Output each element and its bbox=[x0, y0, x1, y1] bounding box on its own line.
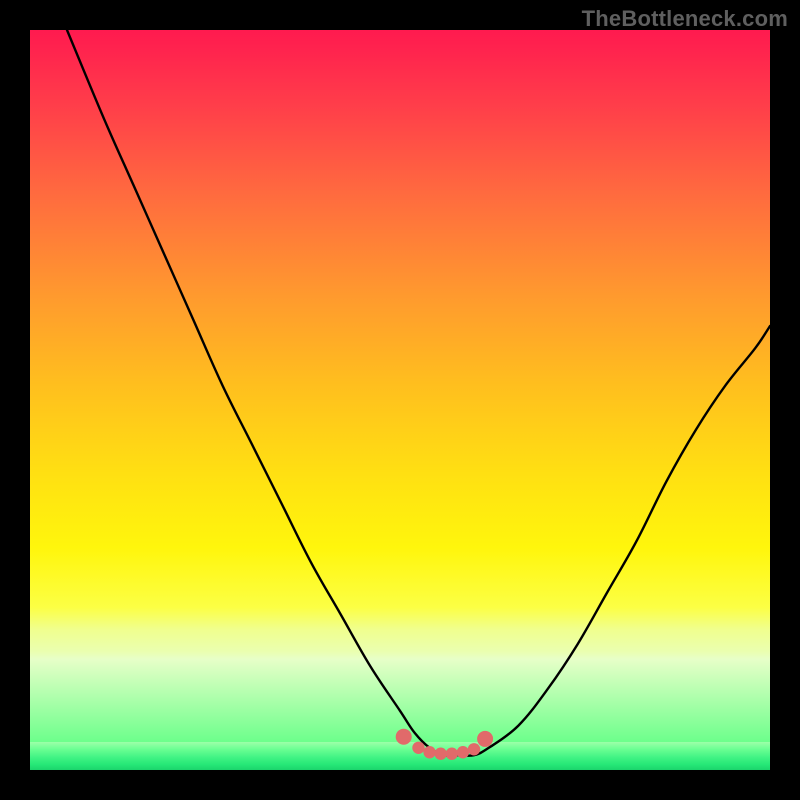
marker-dot bbox=[423, 746, 435, 758]
marker-dot bbox=[396, 729, 412, 745]
marker-dot bbox=[435, 748, 447, 760]
bottleneck-chart bbox=[30, 30, 770, 770]
marker-dot bbox=[457, 746, 469, 758]
plot-area bbox=[30, 30, 770, 770]
marker-cluster bbox=[396, 729, 493, 760]
chart-frame: TheBottleneck.com bbox=[0, 0, 800, 800]
attribution-text: TheBottleneck.com bbox=[582, 6, 788, 32]
bottleneck-curve-line bbox=[67, 30, 770, 756]
marker-dot bbox=[446, 748, 458, 760]
marker-dot bbox=[412, 742, 424, 754]
marker-dot bbox=[477, 731, 493, 747]
marker-dot bbox=[468, 743, 480, 755]
